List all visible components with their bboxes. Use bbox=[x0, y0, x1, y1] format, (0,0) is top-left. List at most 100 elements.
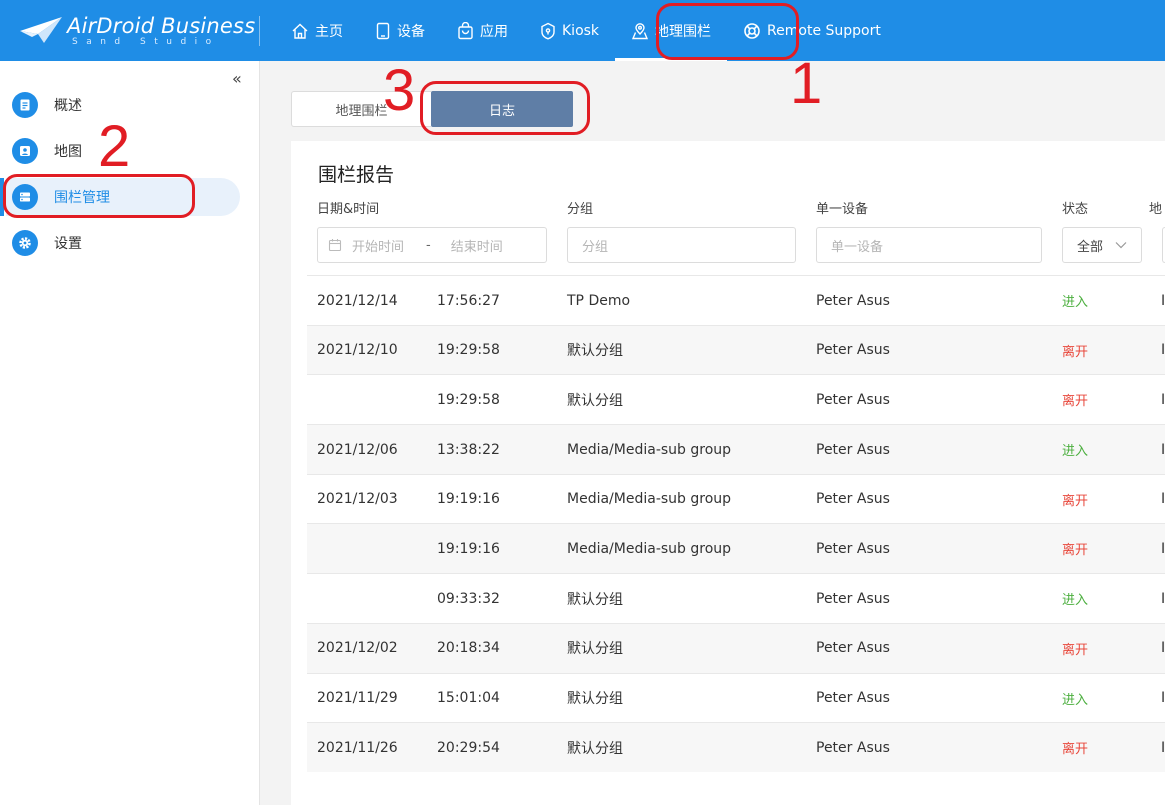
sidebar-item-settings[interactable]: 设置 bbox=[6, 224, 240, 262]
nav-label-devices: 设备 bbox=[397, 23, 425, 40]
cell-device: Peter Asus bbox=[816, 292, 890, 309]
map-pin-icon bbox=[12, 138, 38, 164]
cell-status: 离开 bbox=[1062, 344, 1089, 360]
cell-date: 2021/12/14 bbox=[317, 292, 398, 309]
report-table: 2021/12/14 17:56:27 TP Demo Peter Asus 进入 I 20… bbox=[307, 275, 1165, 772]
bag-icon bbox=[458, 21, 473, 39]
table-row: 2021/12/03 19:19:16 Media/Media-sub group P… bbox=[307, 473, 1165, 524]
cell-device: Peter Asus bbox=[816, 739, 890, 756]
cell-date: 2021/12/06 bbox=[317, 441, 398, 458]
cell-device: Peter Asus bbox=[816, 391, 890, 408]
tablet-icon bbox=[376, 22, 390, 39]
cell-date: 2021/12/10 bbox=[317, 342, 398, 359]
brand-title: AirDroid Business bbox=[67, 14, 256, 38]
annotation-number-1: 1 bbox=[790, 51, 823, 116]
cell-group: 默认分组 bbox=[567, 641, 623, 658]
cell-device: Peter Asus bbox=[816, 342, 890, 359]
cell-group: Media/Media-sub group bbox=[567, 491, 732, 508]
sidebar-label-settings: 设置 bbox=[54, 236, 82, 252]
cell-date: 2021/12/03 bbox=[317, 491, 398, 508]
table-row: 2021/11/29 15:01:04 默认分组 Peter Asus 进入 I bbox=[307, 672, 1165, 723]
cell-status: 离开 bbox=[1062, 394, 1089, 410]
cell-group: TP Demo bbox=[567, 292, 631, 309]
top-navbar: AirDroid Business Sand Studio 主页 设备 应用 K… bbox=[0, 0, 1165, 61]
cell-device: Peter Asus bbox=[816, 441, 890, 458]
sidebar-item-fence-management[interactable]: 围栏管理 bbox=[6, 178, 240, 216]
cell-time: 09:33:32 bbox=[437, 590, 500, 607]
cell-time: 15:01:04 bbox=[437, 690, 500, 706]
end-time-placeholder: 结束时间 bbox=[450, 239, 503, 255]
cell-extra: I bbox=[1161, 391, 1165, 408]
group-input[interactable]: 分组 bbox=[567, 227, 796, 263]
table-row: 2021/12/14 17:56:27 TP Demo Peter Asus 进入 I bbox=[307, 275, 1165, 325]
filter-label-group: 分组 bbox=[567, 202, 594, 217]
cell-device: Peter Asus bbox=[816, 491, 890, 508]
cell-group: 默认分组 bbox=[567, 343, 623, 360]
table-row: 2021/12/06 13:38:22 Media/Media-sub group P… bbox=[307, 424, 1165, 474]
nav-item-geofence[interactable]: 地理围栏 bbox=[615, 0, 728, 61]
cell-extra: I bbox=[1161, 491, 1165, 508]
nav-item-home[interactable]: 主页 bbox=[275, 0, 359, 61]
filter-label-status: 状态 bbox=[1062, 202, 1089, 217]
cell-device: Peter Asus bbox=[816, 590, 890, 607]
cell-device: Peter Asus bbox=[816, 640, 890, 657]
filter-label-datetime: 日期&时间 bbox=[317, 202, 380, 217]
table-row: 09:33:32 默认分组 Peter Asus 进入 I bbox=[307, 573, 1165, 623]
sidebar-label-map: 地图 bbox=[54, 144, 82, 160]
cell-extra: I bbox=[1161, 640, 1165, 657]
lifebuoy-icon bbox=[744, 22, 760, 39]
cell-status: 进入 bbox=[1062, 593, 1089, 609]
table-row: 2021/12/02 20:18:34 默认分组 Peter Asus 离开 I bbox=[307, 622, 1165, 673]
date-range-picker[interactable]: 开始时间 - 结束时间 bbox=[317, 227, 547, 263]
cell-group: 默认分组 bbox=[567, 591, 623, 608]
brand-subtitle: Sand Studio bbox=[72, 37, 220, 47]
nav-label-geofence: 地理围栏 bbox=[655, 23, 712, 40]
collapse-sidebar-icon[interactable]: « bbox=[232, 69, 242, 88]
kiosk-icon bbox=[541, 22, 555, 40]
nav-item-kiosk[interactable]: Kiosk bbox=[524, 0, 615, 61]
gear-icon bbox=[12, 230, 38, 256]
cell-group: Media/Media-sub group bbox=[567, 540, 732, 557]
cell-group: 默认分组 bbox=[567, 740, 623, 757]
cell-status: 离开 bbox=[1062, 493, 1089, 509]
cell-group: 默认分组 bbox=[567, 691, 623, 707]
filter-label-extra: 地 bbox=[1149, 202, 1163, 217]
nav-item-apps[interactable]: 应用 bbox=[441, 0, 524, 61]
nav-item-devices[interactable]: 设备 bbox=[359, 0, 441, 61]
table-row: 2021/12/10 19:29:58 默认分组 Peter Asus 离开 I bbox=[307, 324, 1165, 375]
nav-label-remote-support: Remote Support bbox=[767, 22, 881, 39]
tab-log[interactable]: 日志 bbox=[431, 91, 573, 127]
cell-extra: I bbox=[1161, 540, 1165, 557]
cell-extra: I bbox=[1161, 441, 1165, 458]
cell-time: 19:19:16 bbox=[437, 540, 500, 557]
cell-status: 进入 bbox=[1062, 295, 1089, 310]
cell-time: 19:29:58 bbox=[437, 391, 500, 408]
table-row: 19:29:58 默认分组 Peter Asus 离开 I bbox=[307, 374, 1165, 424]
cell-date: 2021/11/26 bbox=[317, 739, 398, 756]
cell-group: 默认分组 bbox=[567, 392, 623, 409]
cell-date: 2021/12/02 bbox=[317, 640, 398, 657]
cell-extra: I bbox=[1161, 342, 1165, 359]
fence-report-panel: 围栏报告 日期&时间 分组 单一设备 状态 地 开始时间 - 结束时间 分组 单… bbox=[291, 141, 1165, 805]
cell-time: 17:56:27 bbox=[437, 292, 500, 309]
active-indicator bbox=[0, 178, 4, 216]
filter-label-device: 单一设备 bbox=[816, 202, 869, 217]
status-select-value: 全部 bbox=[1077, 239, 1104, 255]
status-select[interactable]: 全部 bbox=[1062, 227, 1142, 263]
cell-extra: I bbox=[1161, 739, 1165, 756]
cell-time: 20:18:34 bbox=[437, 640, 500, 657]
airdroid-logo[interactable]: AirDroid Business Sand Studio bbox=[18, 12, 255, 48]
device-placeholder: 单一设备 bbox=[831, 239, 884, 255]
range-separator: - bbox=[426, 237, 431, 253]
sidebar-label-fence-management: 围栏管理 bbox=[54, 190, 110, 206]
cell-time: 20:29:54 bbox=[437, 739, 500, 756]
device-input[interactable]: 单一设备 bbox=[816, 227, 1042, 263]
cell-status: 进入 bbox=[1062, 692, 1089, 708]
annotation-number-3: 3 bbox=[383, 58, 416, 123]
cell-status: 离开 bbox=[1062, 742, 1089, 758]
nav-label-kiosk: Kiosk bbox=[562, 22, 600, 39]
list-icon bbox=[12, 184, 38, 210]
map-pin-icon bbox=[631, 22, 649, 39]
start-time-placeholder: 开始时间 bbox=[352, 239, 405, 255]
cell-status: 离开 bbox=[1062, 642, 1089, 658]
